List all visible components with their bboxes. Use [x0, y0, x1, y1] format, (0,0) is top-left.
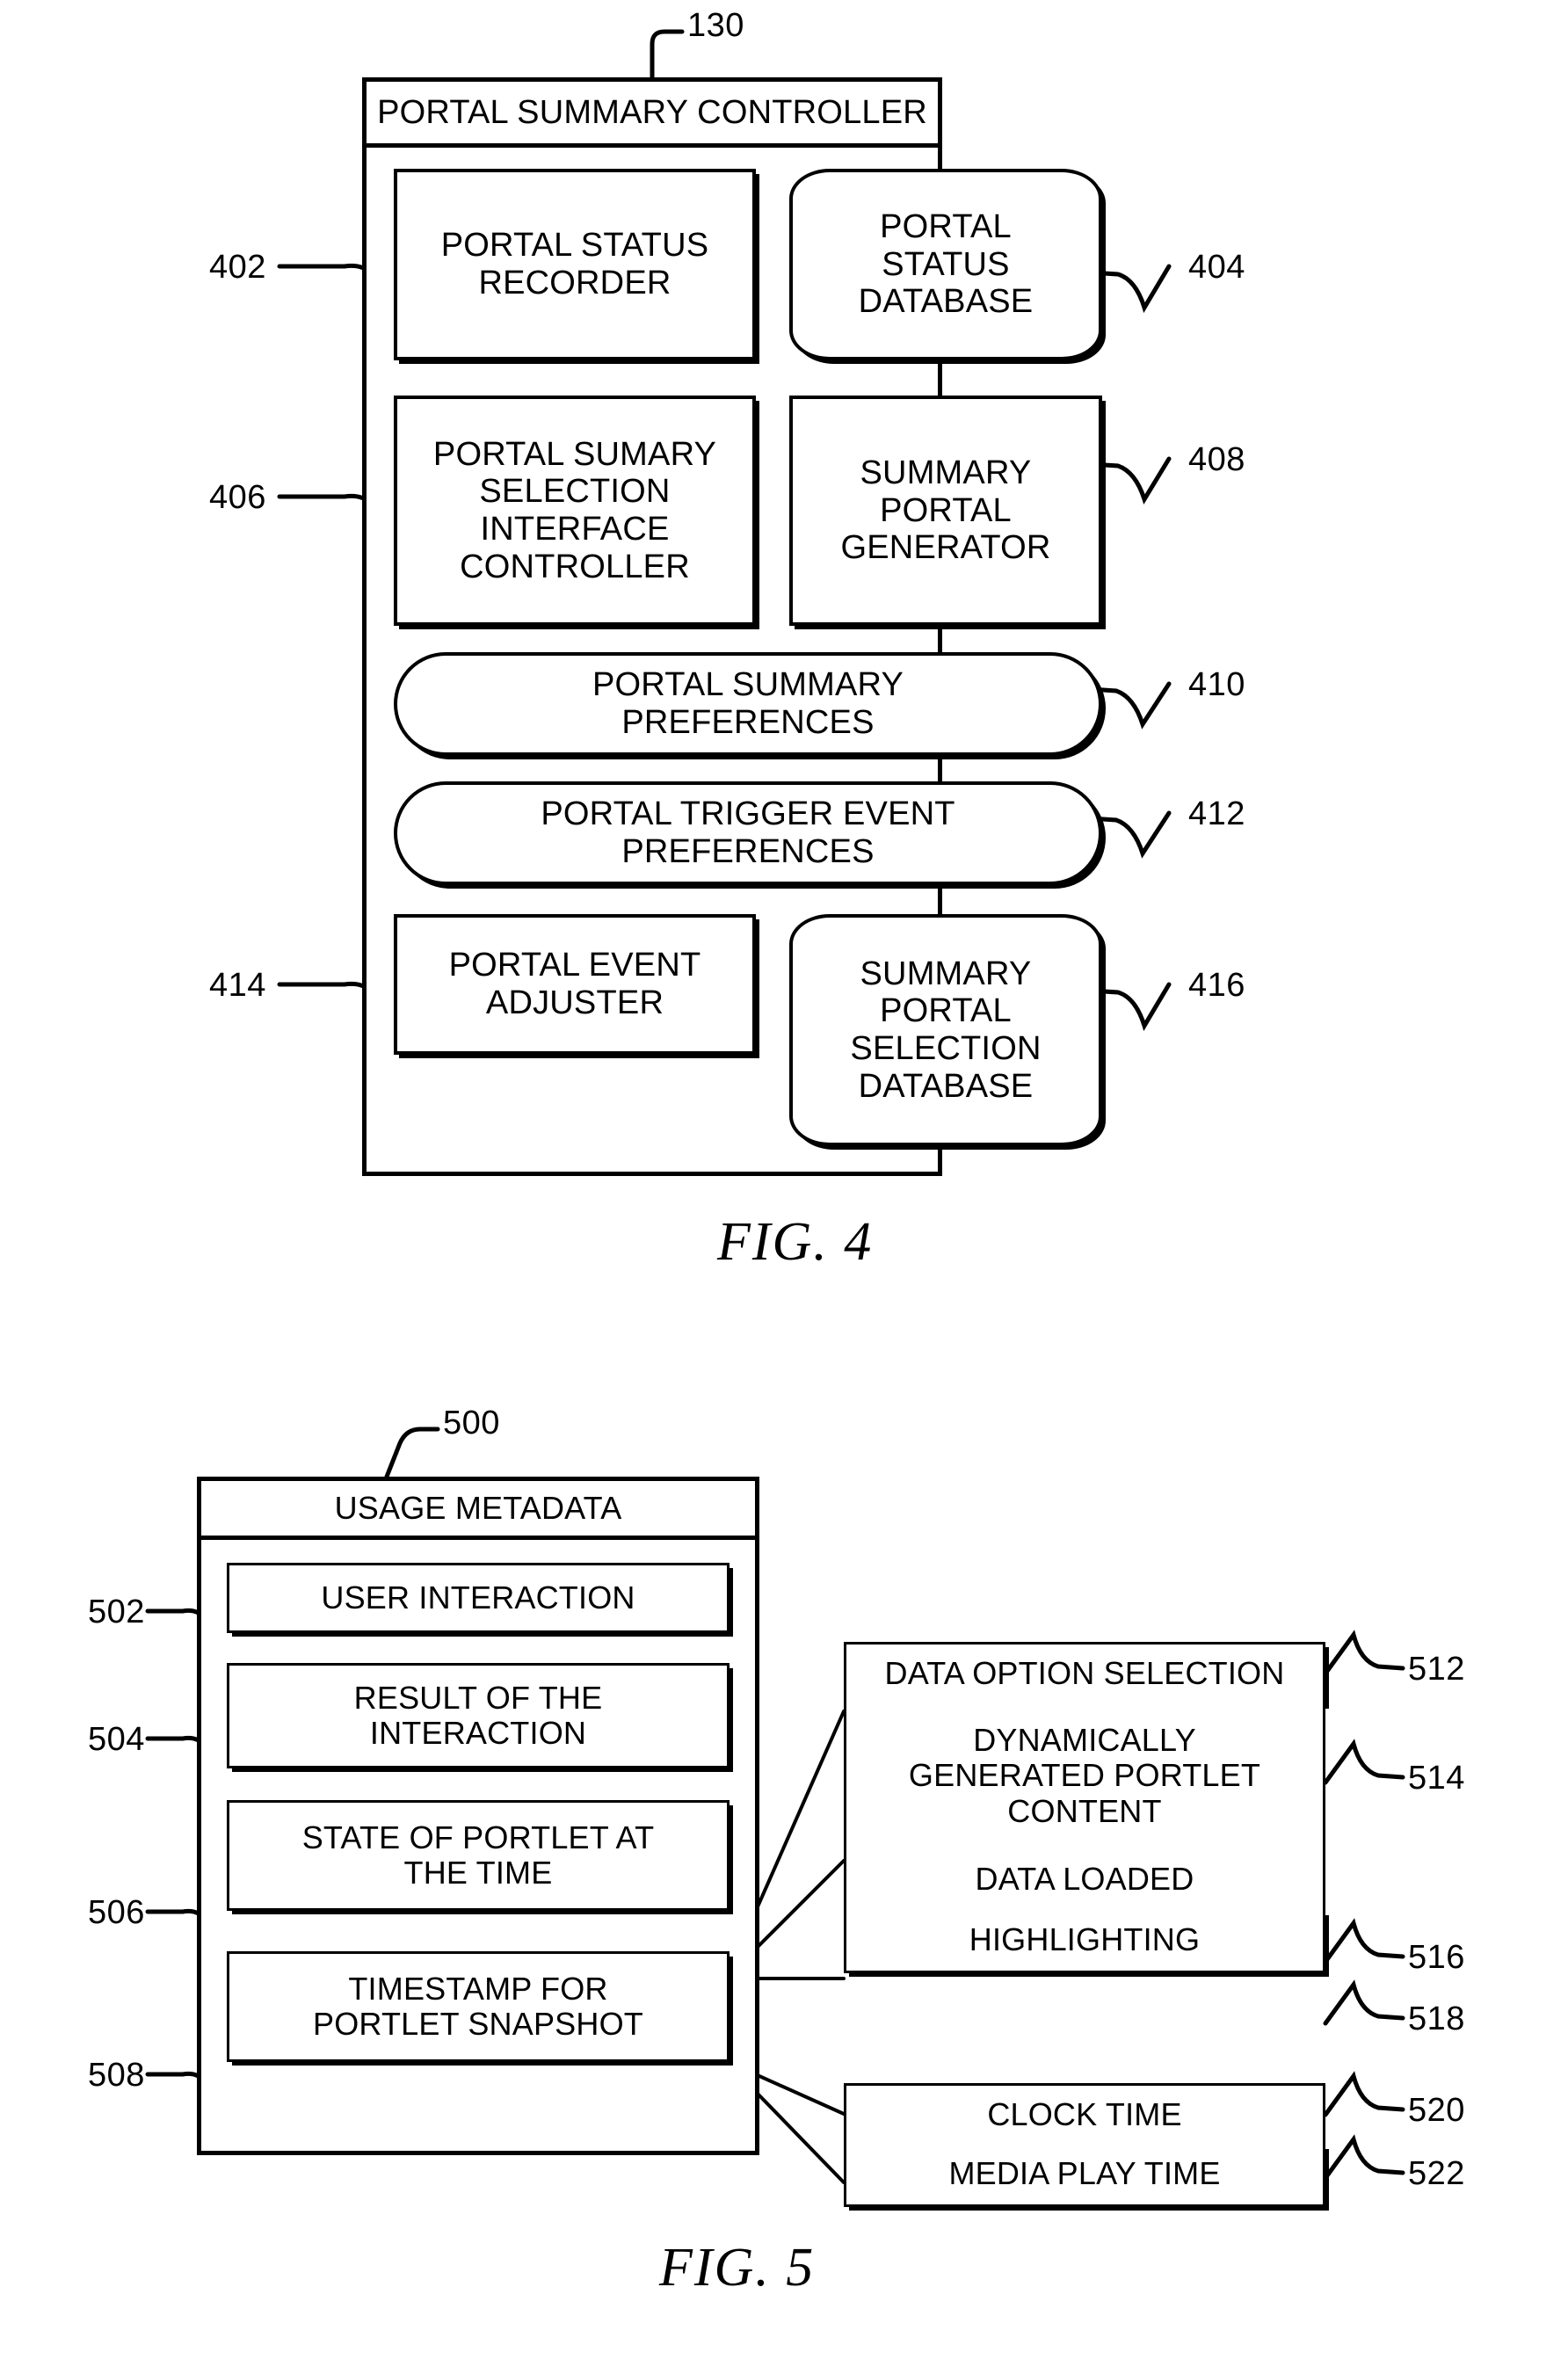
block-timestamp-for-portlet-snapshot-label: TIMESTAMP FOR PORTLET SNAPSHOT: [313, 1970, 643, 2042]
block-portal-summary-preferences-label: PORTAL SUMMARY PREFERENCES: [592, 666, 904, 741]
block-result-of-the-interaction: RESULT OF THE INTERACTION: [227, 1663, 730, 1768]
ref-504: 504: [88, 1721, 145, 1758]
block-state-of-portlet-at-the-time-label: STATE OF PORTLET AT THE TIME: [301, 1819, 655, 1891]
ref-500: 500: [443, 1405, 500, 1441]
block-result-of-the-interaction-label: RESULT OF THE INTERACTION: [353, 1679, 603, 1751]
ref-410: 410: [1188, 666, 1245, 703]
figure-4-caption: FIG. 4: [717, 1212, 874, 1272]
block-highlighting: HIGHLIGHTING: [844, 1910, 1325, 1973]
block-portal-status-database-label: PORTAL STATUS DATABASE: [858, 208, 1034, 321]
block-portal-status-recorder-label: PORTAL STATUS RECORDER: [440, 227, 709, 301]
block-portal-summary-selection-interface-controller: PORTAL SUMARY SELECTION INTERFACE CONTRO…: [394, 396, 756, 626]
block-media-play-time-label: MEDIA PLAY TIME: [948, 2155, 1221, 2192]
block-highlighting-label: HIGHLIGHTING: [969, 1921, 1201, 1958]
block-dynamically-generated-portlet-content-label: DYNAMICALLY GENERATED PORTLET CONTENT: [908, 1722, 1261, 1829]
ref-522: 522: [1408, 2155, 1465, 2192]
block-data-option-selection: DATA OPTION SELECTION: [844, 1642, 1325, 1705]
block-summary-portal-generator: SUMMARY PORTAL GENERATOR: [789, 396, 1102, 626]
ref-408: 408: [1188, 441, 1245, 478]
ref-512: 512: [1408, 1651, 1465, 1688]
ref-518: 518: [1408, 2000, 1465, 2037]
ref-406: 406: [209, 479, 266, 516]
ref-520: 520: [1408, 2092, 1465, 2129]
block-data-option-selection-label: DATA OPTION SELECTION: [884, 1654, 1285, 1691]
block-clock-time-label: CLOCK TIME: [987, 2095, 1182, 2132]
portal-summary-controller-title-label: PORTAL SUMMARY CONTROLLER: [377, 93, 927, 131]
figure-4: 130 PORTAL SUMMARY CONTROLLER PORTAL STA…: [0, 0, 1568, 1318]
block-timestamp-for-portlet-snapshot: TIMESTAMP FOR PORTLET SNAPSHOT: [227, 1951, 730, 2062]
ref-414: 414: [209, 967, 266, 1004]
block-portal-trigger-event-preferences: PORTAL TRIGGER EVENT PREFERENCES: [394, 781, 1102, 885]
ref-508: 508: [88, 2057, 145, 2094]
block-user-interaction: USER INTERACTION: [227, 1563, 730, 1633]
block-data-loaded: DATA LOADED: [844, 1849, 1325, 1913]
figure-5-caption: FIG. 5: [659, 2238, 816, 2298]
block-portal-summary-preferences: PORTAL SUMMARY PREFERENCES: [394, 652, 1102, 756]
block-portal-summary-selection-interface-controller-label: PORTAL SUMARY SELECTION INTERFACE CONTRO…: [432, 435, 717, 585]
ref-506: 506: [88, 1894, 145, 1931]
usage-metadata-title-label: USAGE METADATA: [334, 1489, 622, 1526]
block-summary-portal-selection-database-label: SUMMARY PORTAL SELECTION DATABASE: [850, 955, 1042, 1105]
ref-412: 412: [1188, 795, 1245, 832]
ref-404: 404: [1188, 249, 1245, 286]
block-portal-trigger-event-preferences-label: PORTAL TRIGGER EVENT PREFERENCES: [541, 795, 955, 870]
usage-metadata-title: USAGE METADATA: [197, 1477, 759, 1540]
block-clock-time: CLOCK TIME: [844, 2083, 1325, 2146]
block-media-play-time: MEDIA PLAY TIME: [844, 2144, 1325, 2207]
ref-416: 416: [1188, 967, 1245, 1004]
block-portal-status-recorder: PORTAL STATUS RECORDER: [394, 169, 756, 360]
block-dynamically-generated-portlet-content: DYNAMICALLY GENERATED PORTLET CONTENT: [844, 1703, 1325, 1852]
block-summary-portal-generator-label: SUMMARY PORTAL GENERATOR: [840, 454, 1051, 567]
figure-5: 500 USAGE METADATA USER INTERACTION 502 …: [0, 1371, 1568, 2367]
ref-502: 502: [88, 1594, 145, 1630]
block-portal-event-adjuster: PORTAL EVENT ADJUSTER: [394, 914, 756, 1055]
portal-summary-controller-title: PORTAL SUMMARY CONTROLLER: [362, 77, 942, 148]
ref-514: 514: [1408, 1760, 1465, 1797]
block-user-interaction-label: USER INTERACTION: [321, 1579, 635, 1616]
block-portal-status-database: PORTAL STATUS DATABASE: [789, 169, 1102, 360]
block-data-loaded-label: DATA LOADED: [975, 1861, 1194, 1898]
ref-402: 402: [209, 249, 266, 286]
block-summary-portal-selection-database: SUMMARY PORTAL SELECTION DATABASE: [789, 914, 1102, 1146]
ref-130: 130: [687, 7, 744, 44]
block-state-of-portlet-at-the-time: STATE OF PORTLET AT THE TIME: [227, 1800, 730, 1911]
block-portal-event-adjuster-label: PORTAL EVENT ADJUSTER: [448, 947, 701, 1021]
ref-516: 516: [1408, 1939, 1465, 1976]
